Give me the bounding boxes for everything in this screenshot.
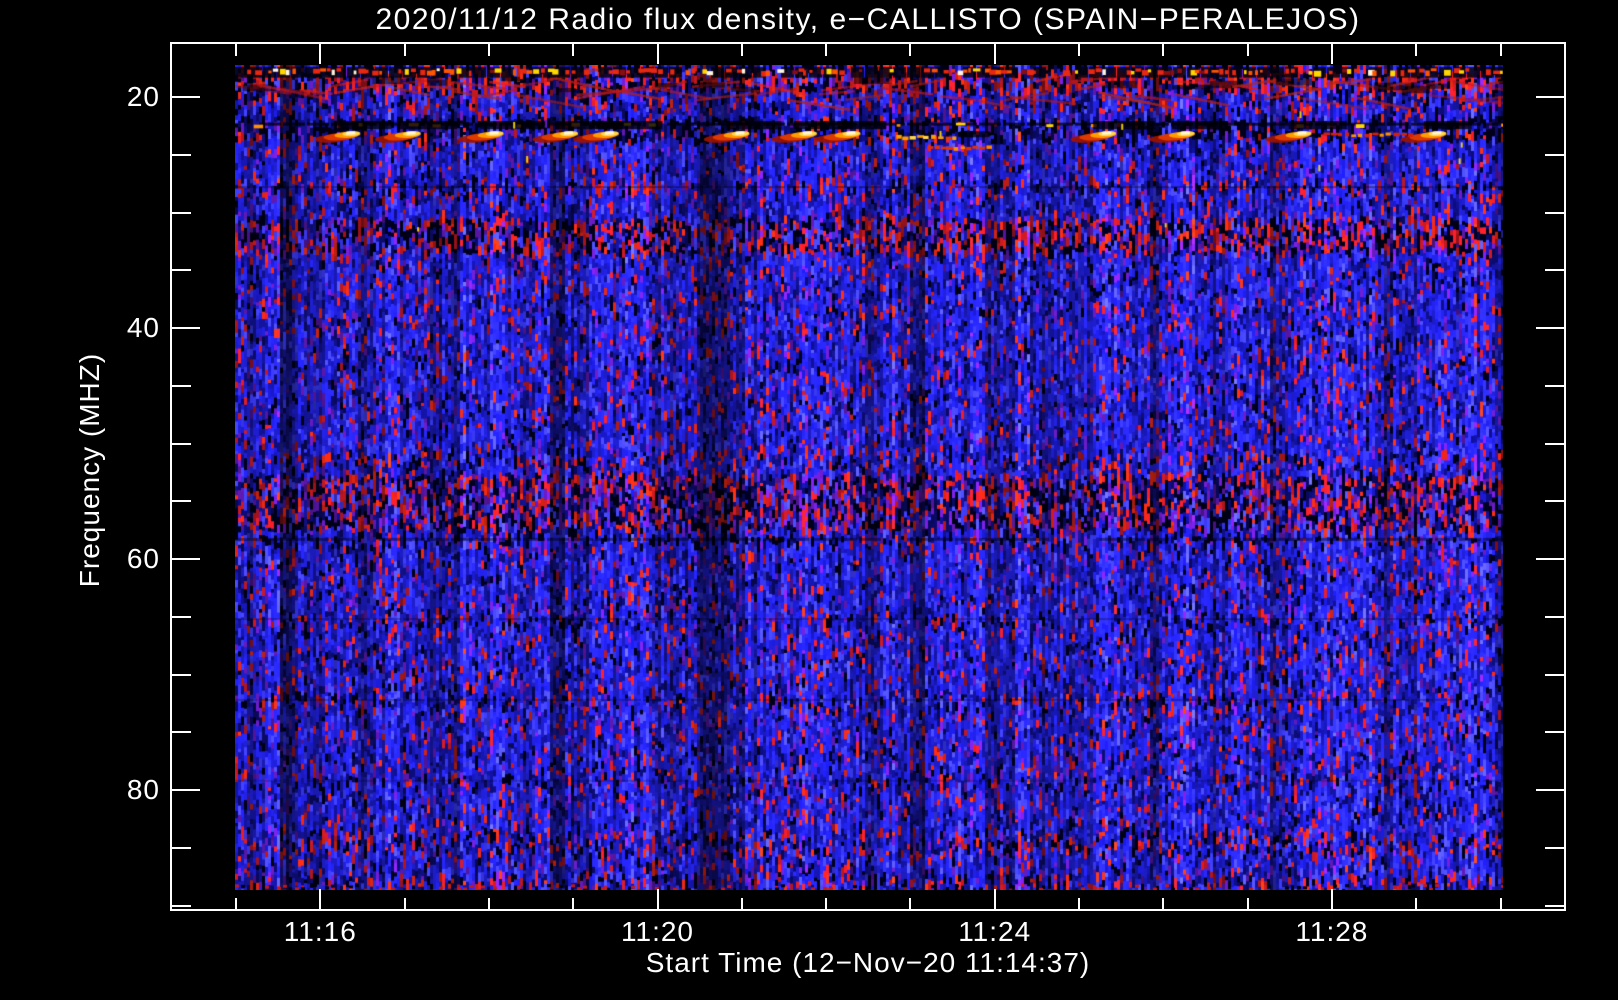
y-axis-right-minor-tick <box>1545 731 1564 734</box>
y-axis-right-major-tick <box>1536 327 1564 329</box>
x-axis-top-minor-tick <box>235 44 237 56</box>
x-axis-top-minor-tick <box>1078 44 1080 56</box>
x-axis-minor-tick <box>1246 898 1249 909</box>
y-axis-minor-tick <box>172 673 191 676</box>
x-axis-top-minor-tick <box>403 44 406 56</box>
y-axis-major-tick <box>172 96 200 98</box>
spectrogram-page: 2020/11/12 Radio flux density, e−CALLIST… <box>0 0 1618 1000</box>
x-axis-top-minor-tick <box>1162 44 1165 56</box>
y-axis-minor-tick <box>172 731 191 734</box>
y-axis-minor-tick <box>172 904 191 907</box>
x-axis-minor-tick <box>1162 898 1165 909</box>
x-axis-top-minor-tick <box>909 44 912 56</box>
y-axis-major-tick <box>172 789 200 791</box>
y-axis-right-minor-tick <box>1545 904 1564 907</box>
x-axis-minor-tick <box>1499 898 1502 909</box>
x-axis-top-major-tick <box>656 44 659 64</box>
y-axis-right-minor-tick <box>1545 615 1564 618</box>
y-axis-right-major-tick <box>1536 96 1564 98</box>
x-axis-minor-tick <box>825 898 828 909</box>
chart-title: 2020/11/12 Radio flux density, e−CALLIST… <box>375 3 1361 36</box>
y-axis-right-major-tick <box>1536 789 1564 791</box>
x-axis-minor-tick <box>909 898 912 909</box>
x-axis-top-minor-tick <box>825 44 828 56</box>
y-axis-right-major-tick <box>1536 558 1564 560</box>
x-axis-tick-label: 11:28 <box>1295 916 1369 947</box>
x-axis-top-minor-tick <box>1499 44 1502 56</box>
y-axis-right-minor-tick <box>1545 442 1564 445</box>
y-axis-minor-tick <box>172 269 191 272</box>
x-axis-minor-tick <box>487 898 490 909</box>
x-axis-minor-tick <box>1415 898 1418 909</box>
y-axis-right-minor-tick <box>1545 846 1564 849</box>
x-axis-minor-tick <box>1078 898 1080 909</box>
y-axis-tick-label: 40 <box>126 312 160 343</box>
x-axis-top-minor-tick <box>1415 44 1418 56</box>
y-axis-tick-label: 80 <box>126 774 160 805</box>
y-axis-major-tick <box>172 558 200 560</box>
y-axis-right-minor-tick <box>1545 211 1564 214</box>
x-axis-top-major-tick <box>993 44 996 64</box>
y-axis-minor-tick <box>172 442 191 445</box>
x-axis-label: Start Time (12−Nov−20 11:14:37) <box>645 947 1091 978</box>
x-axis-top-major-tick <box>319 44 322 64</box>
y-axis-minor-tick <box>172 500 191 503</box>
x-axis-top-minor-tick <box>1246 44 1249 56</box>
x-axis-tick-label: 11:24 <box>958 916 1032 947</box>
x-axis-top-major-tick <box>1330 44 1333 64</box>
x-axis-tick-label: 11:20 <box>621 916 694 947</box>
x-axis-top-minor-tick <box>572 44 575 56</box>
x-axis-major-tick <box>993 889 996 909</box>
x-axis-major-tick <box>656 889 659 909</box>
x-axis-minor-tick <box>235 898 237 909</box>
x-axis-top-minor-tick <box>740 44 743 56</box>
y-axis-tick-label: 20 <box>126 81 160 112</box>
x-axis-major-tick <box>1330 889 1333 909</box>
y-axis-minor-tick <box>172 153 191 156</box>
y-axis-minor-tick <box>172 846 191 849</box>
y-axis-right-minor-tick <box>1545 500 1564 503</box>
x-axis-top-minor-tick <box>487 44 490 56</box>
y-axis-right-minor-tick <box>1545 269 1564 272</box>
y-axis-right-minor-tick <box>1545 673 1564 676</box>
x-axis-minor-tick <box>572 898 575 909</box>
x-axis-minor-tick <box>740 898 743 909</box>
y-axis-right-minor-tick <box>1545 384 1564 387</box>
y-axis-minor-tick <box>172 615 191 618</box>
x-axis-tick-label: 11:16 <box>283 916 357 947</box>
y-axis-major-tick <box>172 327 200 329</box>
spectrogram-canvas <box>235 65 1503 890</box>
y-axis-minor-tick <box>172 211 191 214</box>
x-axis-major-tick <box>319 889 322 909</box>
y-axis-right-minor-tick <box>1545 153 1564 156</box>
y-axis-tick-label: 60 <box>126 543 160 574</box>
x-axis-minor-tick <box>403 898 406 909</box>
y-axis-minor-tick <box>172 384 191 387</box>
